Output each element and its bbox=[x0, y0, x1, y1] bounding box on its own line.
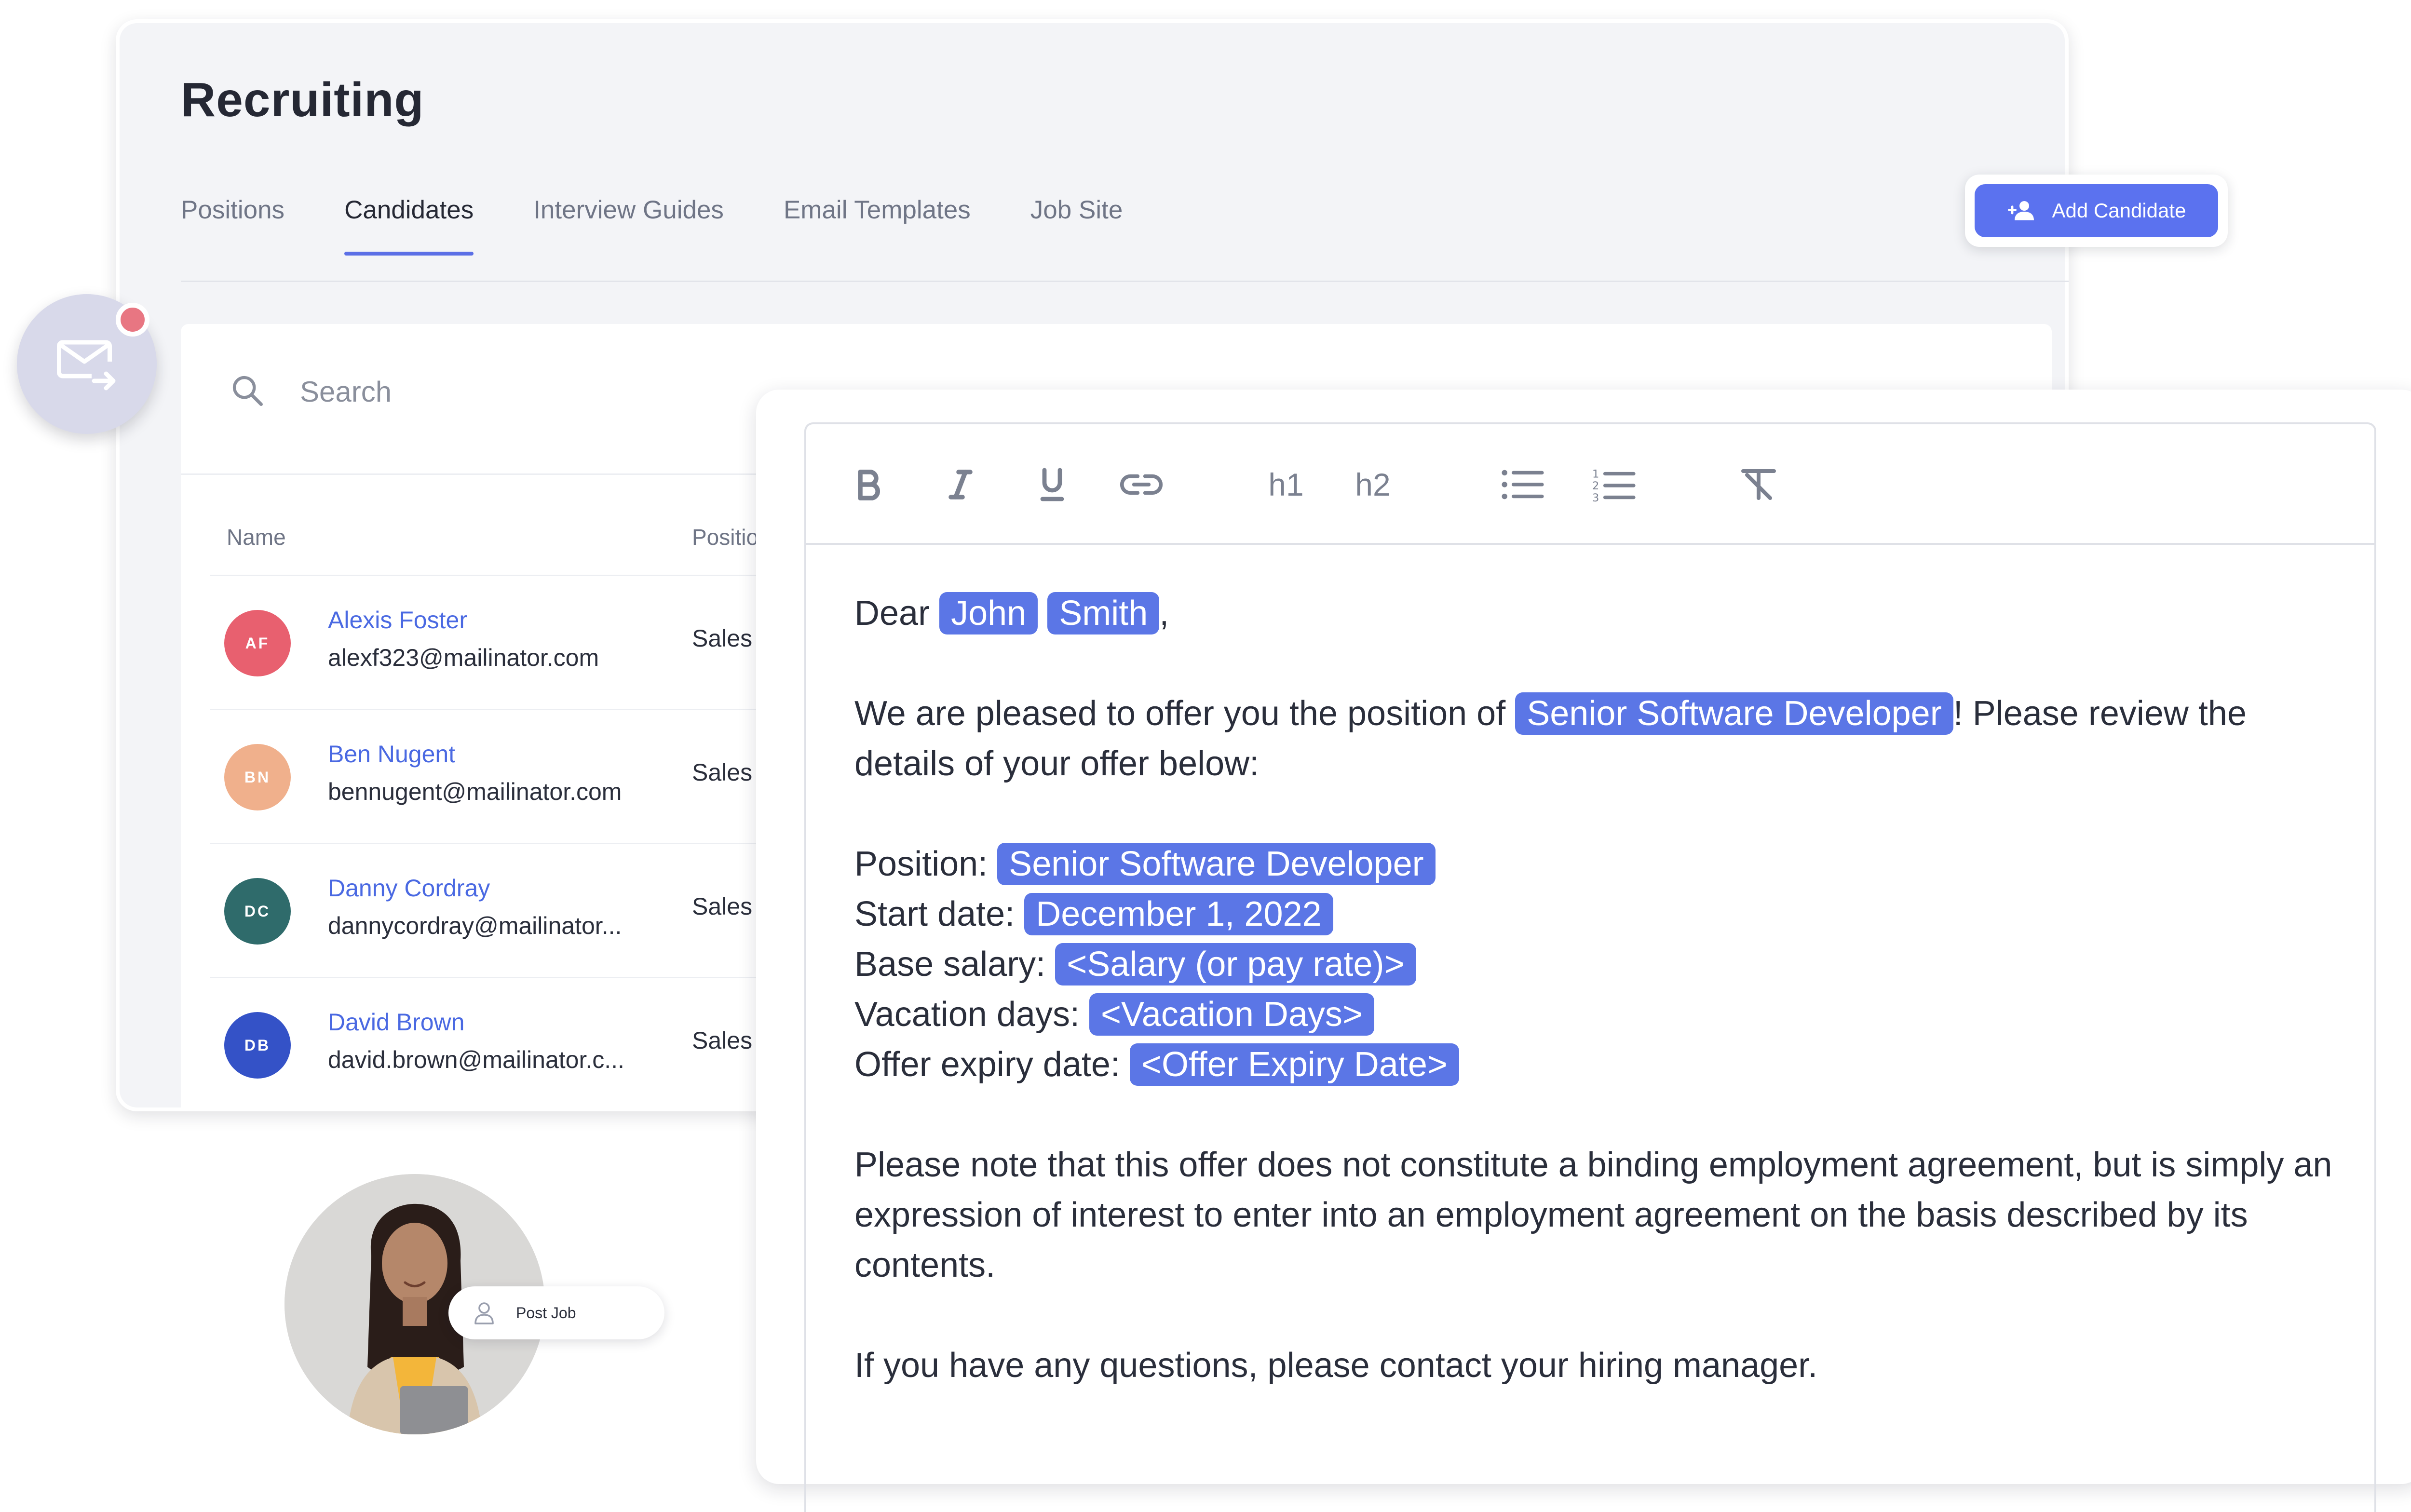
ordered-list-icon: 1 2 3 bbox=[1592, 468, 1636, 502]
link-icon bbox=[1120, 474, 1163, 495]
vacation-days-tag[interactable]: <Vacation Days> bbox=[1089, 993, 1374, 1036]
salary-tag[interactable]: <Salary (or pay rate)> bbox=[1055, 943, 1416, 986]
page-title: Recruiting bbox=[181, 73, 424, 127]
editor-frame: h1 h2 1 2 3 Dear John Smith , We are ple… bbox=[804, 422, 2376, 1512]
person-icon bbox=[474, 1302, 494, 1324]
avatar: AF bbox=[224, 610, 291, 676]
clear-format-button[interactable] bbox=[1732, 460, 1785, 509]
svg-text:3: 3 bbox=[1592, 492, 1599, 502]
tabs-divider bbox=[181, 281, 2069, 282]
tab-positions[interactable]: Positions bbox=[181, 195, 284, 246]
bullet-list-button[interactable] bbox=[1496, 460, 1549, 509]
italic-icon bbox=[948, 470, 973, 500]
add-candidate-button-frame: Add Candidate bbox=[1965, 175, 2228, 247]
candidate-name-link[interactable]: Ben Nugent bbox=[328, 740, 455, 768]
svg-text:1: 1 bbox=[1592, 468, 1599, 481]
post-job-chip[interactable]: Post Job bbox=[448, 1286, 664, 1339]
mail-forward-icon bbox=[57, 340, 116, 391]
candidate-name-link[interactable]: David Brown bbox=[328, 1008, 464, 1036]
detail-vacation-days: Vacation days: <Vacation Days> bbox=[854, 989, 2349, 1040]
disclaimer-paragraph: Please note that this offer does not con… bbox=[854, 1146, 2332, 1284]
ordered-list-button[interactable]: 1 2 3 bbox=[1587, 460, 1640, 509]
start-date-tag[interactable]: December 1, 2022 bbox=[1024, 893, 1333, 935]
candidate-email: alexf323@mailinator.com bbox=[328, 644, 599, 671]
first-name-tag[interactable]: John bbox=[939, 592, 1038, 634]
greeting-line: Dear John Smith, bbox=[854, 588, 2349, 638]
detail-position: Position: Senior Software Developer bbox=[854, 839, 2349, 889]
editor-toolbar: h1 h2 1 2 3 bbox=[806, 424, 2374, 545]
tab-interview-guides[interactable]: Interview Guides bbox=[533, 195, 724, 246]
avatar: BN bbox=[224, 744, 291, 810]
avatar: DB bbox=[224, 1012, 291, 1079]
position-value-tag[interactable]: Senior Software Developer bbox=[997, 843, 1436, 885]
add-candidate-label: Add Candidate bbox=[2052, 199, 2186, 222]
editor-content[interactable]: Dear John Smith, We are pleased to offer… bbox=[854, 588, 2349, 1390]
search-icon bbox=[232, 376, 263, 406]
tab-bar: Positions Candidates Interview Guides Em… bbox=[181, 195, 1182, 256]
search-input[interactable] bbox=[299, 367, 829, 416]
italic-button[interactable] bbox=[941, 460, 980, 509]
avatar: DC bbox=[224, 878, 291, 945]
underline-icon bbox=[1040, 468, 1064, 501]
add-user-icon bbox=[2007, 201, 2034, 220]
column-header-name[interactable]: Name bbox=[227, 524, 286, 550]
heading-1-button[interactable]: h1 bbox=[1260, 460, 1313, 509]
candidate-email: dannycordray@mailinator... bbox=[328, 912, 622, 939]
position-tag[interactable]: Senior Software Developer bbox=[1515, 692, 1953, 735]
add-candidate-button[interactable]: Add Candidate bbox=[1975, 184, 2218, 237]
offer-expiry-tag[interactable]: <Offer Expiry Date> bbox=[1129, 1043, 1459, 1086]
detail-offer-expiry: Offer expiry date: <Offer Expiry Date> bbox=[854, 1040, 2349, 1090]
clear-format-icon bbox=[1741, 469, 1776, 500]
last-name-tag[interactable]: Smith bbox=[1047, 592, 1160, 634]
post-job-label: Post Job bbox=[516, 1304, 576, 1322]
closing-line: If you have any questions, please contac… bbox=[854, 1346, 1818, 1385]
underline-button[interactable] bbox=[1033, 460, 1071, 509]
bold-button[interactable] bbox=[850, 460, 888, 509]
tab-email-templates[interactable]: Email Templates bbox=[784, 195, 971, 246]
link-button[interactable] bbox=[1115, 460, 1168, 509]
svg-text:2: 2 bbox=[1592, 480, 1599, 492]
detail-start-date: Start date: December 1, 2022 bbox=[854, 889, 2349, 939]
tab-job-site[interactable]: Job Site bbox=[1030, 195, 1123, 246]
detail-base-salary: Base salary: <Salary (or pay rate)> bbox=[854, 939, 2349, 989]
bullet-list-icon bbox=[1502, 470, 1544, 500]
candidate-name-link[interactable]: Danny Cordray bbox=[328, 874, 490, 902]
tab-candidates[interactable]: Candidates bbox=[344, 195, 474, 256]
bold-icon bbox=[858, 470, 880, 500]
candidate-email: bennugent@mailinator.com bbox=[328, 778, 622, 805]
offer-letter-editor: h1 h2 1 2 3 Dear John Smith , We are ple… bbox=[756, 390, 2411, 1512]
notification-dot bbox=[116, 303, 149, 337]
offer-intro: We are pleased to offer you the position… bbox=[854, 688, 2349, 789]
heading-2-button[interactable]: h2 bbox=[1346, 460, 1399, 509]
candidate-name-link[interactable]: Alexis Foster bbox=[328, 606, 467, 634]
candidate-email: david.brown@mailinator.c... bbox=[328, 1046, 624, 1073]
